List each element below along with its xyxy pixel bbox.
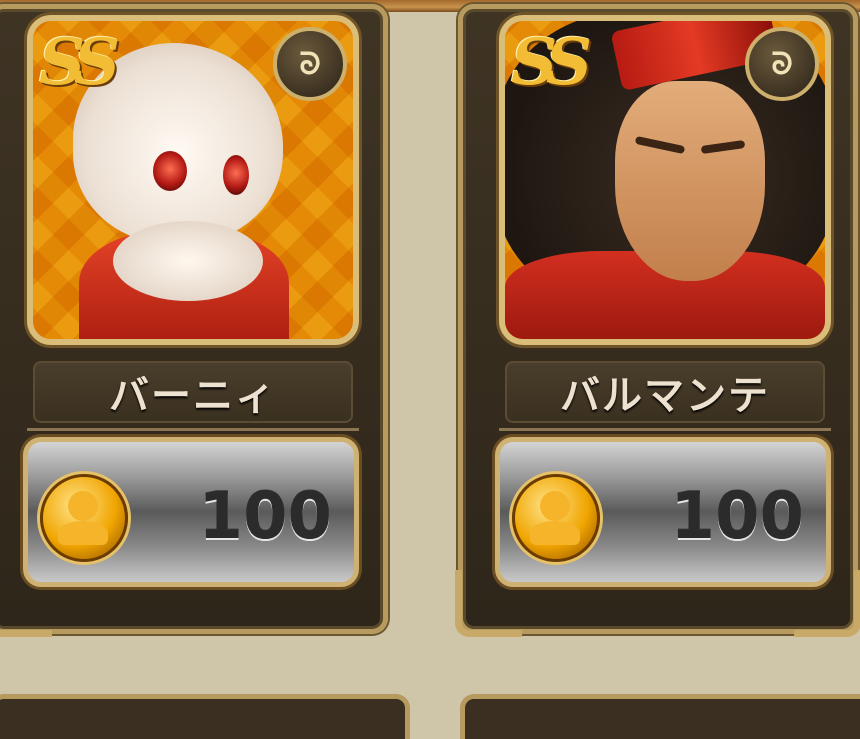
divider xyxy=(499,428,831,431)
cost-value: 100 xyxy=(198,480,332,554)
cost-box: 100 xyxy=(23,437,359,587)
character-card[interactable]: SS ᘐ バルマンテ 100 xyxy=(455,4,860,637)
character-mane xyxy=(113,221,263,301)
character-portrait: SS ᘐ xyxy=(27,15,359,345)
next-row-card[interactable] xyxy=(0,694,410,739)
character-eye xyxy=(153,151,187,191)
character-name: バルマンテ xyxy=(560,373,770,419)
frame-ornament xyxy=(794,570,860,637)
name-plate: バルマンテ xyxy=(499,361,831,431)
rank-badge: SS xyxy=(511,25,592,100)
frame-ornament xyxy=(455,570,522,637)
character-card[interactable]: SS ᘐ バーニィ 100 xyxy=(0,4,388,637)
next-row-card[interactable] xyxy=(460,694,860,739)
cost-box: 100 xyxy=(495,437,831,587)
name-plate: バーニィ xyxy=(27,361,359,431)
cost-value: 100 xyxy=(670,480,804,554)
character-face xyxy=(615,81,765,281)
character-portrait: SS ᘐ xyxy=(499,15,831,345)
ally-point-icon xyxy=(40,474,128,562)
ally-point-icon xyxy=(512,474,600,562)
character-eye xyxy=(223,155,249,195)
frame-ornament xyxy=(0,570,52,637)
divider xyxy=(27,428,359,431)
wind-icon: ᘐ xyxy=(273,27,347,101)
wind-icon: ᘐ xyxy=(745,27,819,101)
rank-badge: SS xyxy=(39,25,120,100)
character-name: バーニィ xyxy=(109,373,277,419)
